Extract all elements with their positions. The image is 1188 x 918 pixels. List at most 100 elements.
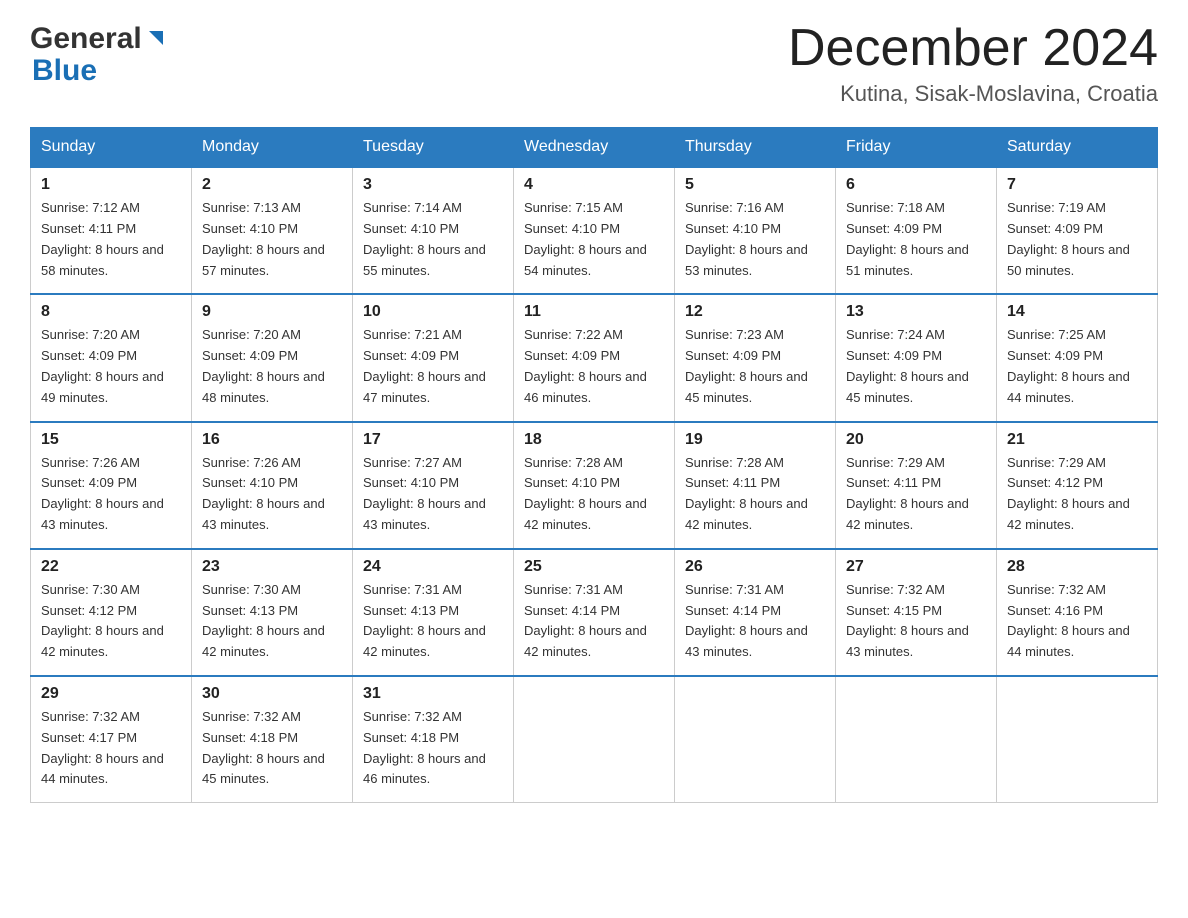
day-info: Sunrise: 7:13 AMSunset: 4:10 PMDaylight:…	[202, 198, 342, 281]
day-cell-8: 8 Sunrise: 7:20 AMSunset: 4:09 PMDaylight…	[31, 294, 192, 421]
day-info: Sunrise: 7:16 AMSunset: 4:10 PMDaylight:…	[685, 198, 825, 281]
week-row-5: 29Sunrise: 7:32 AMSunset: 4:17 PMDayligh…	[31, 676, 1158, 803]
col-header-friday: Friday	[836, 128, 997, 168]
logo-arrow-icon	[145, 20, 167, 54]
day-number: 1	[41, 176, 181, 194]
day-info: Sunrise: 7:32 AMSunset: 4:17 PMDaylight:…	[41, 707, 181, 790]
day-number: 15	[41, 431, 181, 449]
empty-cell	[514, 676, 675, 803]
logo: General Blue	[30, 20, 167, 88]
day-number: 21	[1007, 431, 1147, 449]
day-info: Sunrise: 7:12 AMSunset: 4:11 PMDaylight:…	[41, 198, 181, 281]
day-info: Sunrise: 7:29 AMSunset: 4:11 PMDaylight:…	[846, 453, 986, 536]
day-cell-19: 19Sunrise: 7:28 AMSunset: 4:11 PMDayligh…	[675, 422, 836, 549]
day-info: Sunrise: 7:28 AMSunset: 4:10 PMDaylight:…	[524, 453, 664, 536]
day-info: Sunrise: 7:21 AMSunset: 4:09 PMDaylight:…	[363, 325, 503, 408]
day-cell-28: 28 Sunrise: 7:32 AMSunset: 4:16 PMDayligh…	[997, 549, 1158, 676]
day-cell-10: 10Sunrise: 7:21 AMSunset: 4:09 PMDayligh…	[353, 294, 514, 421]
day-cell-3: 3Sunrise: 7:14 AMSunset: 4:10 PMDaylight…	[353, 167, 514, 294]
page-header: General Blue December 2024 Kutina, Sisak…	[30, 20, 1158, 107]
day-cell-17: 17 Sunrise: 7:27 AMSunset: 4:10 PMDayligh…	[353, 422, 514, 549]
col-header-sunday: Sunday	[31, 128, 192, 168]
day-info: Sunrise: 7:15 AMSunset: 4:10 PMDaylight:…	[524, 198, 664, 281]
day-info: Sunrise: 7:30 AMSunset: 4:12 PMDaylight:…	[41, 580, 181, 663]
day-cell-30: 30 Sunrise: 7:32 AMSunset: 4:18 PMDayligh…	[192, 676, 353, 803]
day-number: 20	[846, 431, 986, 449]
day-info: Sunrise: 7:20 AMSunset: 4:09 PMDaylight:…	[202, 325, 342, 408]
day-cell-15: 15 Sunrise: 7:26 AMSunset: 4:09 PMDayligh…	[31, 422, 192, 549]
day-number: 24	[363, 558, 503, 576]
day-info: Sunrise: 7:32 AMSunset: 4:18 PMDaylight:…	[202, 707, 342, 790]
day-number: 8	[41, 303, 181, 321]
day-number: 25	[524, 558, 664, 576]
day-number: 16	[202, 431, 342, 449]
day-cell-29: 29Sunrise: 7:32 AMSunset: 4:17 PMDayligh…	[31, 676, 192, 803]
day-cell-27: 27Sunrise: 7:32 AMSunset: 4:15 PMDayligh…	[836, 549, 997, 676]
day-info: Sunrise: 7:24 AMSunset: 4:09 PMDaylight:…	[846, 325, 986, 408]
day-info: Sunrise: 7:26 AMSunset: 4:10 PMDaylight:…	[202, 453, 342, 536]
day-info: Sunrise: 7:32 AMSunset: 4:16 PMDaylight:…	[1007, 580, 1147, 663]
month-title: December 2024	[788, 20, 1158, 77]
day-number: 30	[202, 685, 342, 703]
day-cell-21: 21 Sunrise: 7:29 AMSunset: 4:12 PMDayligh…	[997, 422, 1158, 549]
day-cell-4: 4 Sunrise: 7:15 AMSunset: 4:10 PMDaylight…	[514, 167, 675, 294]
day-number: 7	[1007, 176, 1147, 194]
day-number: 18	[524, 431, 664, 449]
day-number: 17	[363, 431, 503, 449]
day-info: Sunrise: 7:26 AMSunset: 4:09 PMDaylight:…	[41, 453, 181, 536]
day-info: Sunrise: 7:29 AMSunset: 4:12 PMDaylight:…	[1007, 453, 1147, 536]
day-number: 13	[846, 303, 986, 321]
week-row-4: 22 Sunrise: 7:30 AMSunset: 4:12 PMDayligh…	[31, 549, 1158, 676]
day-info: Sunrise: 7:27 AMSunset: 4:10 PMDaylight:…	[363, 453, 503, 536]
day-cell-9: 9 Sunrise: 7:20 AMSunset: 4:09 PMDaylight…	[192, 294, 353, 421]
day-number: 2	[202, 176, 342, 194]
day-info: Sunrise: 7:28 AMSunset: 4:11 PMDaylight:…	[685, 453, 825, 536]
day-number: 5	[685, 176, 825, 194]
day-number: 11	[524, 303, 664, 321]
day-cell-24: 24Sunrise: 7:31 AMSunset: 4:13 PMDayligh…	[353, 549, 514, 676]
day-cell-14: 14Sunrise: 7:25 AMSunset: 4:09 PMDayligh…	[997, 294, 1158, 421]
col-header-saturday: Saturday	[997, 128, 1158, 168]
day-info: Sunrise: 7:31 AMSunset: 4:14 PMDaylight:…	[524, 580, 664, 663]
empty-cell	[836, 676, 997, 803]
day-cell-12: 12 Sunrise: 7:23 AMSunset: 4:09 PMDayligh…	[675, 294, 836, 421]
empty-cell	[675, 676, 836, 803]
day-number: 23	[202, 558, 342, 576]
week-row-1: 1 Sunrise: 7:12 AMSunset: 4:11 PMDaylight…	[31, 167, 1158, 294]
day-cell-1: 1 Sunrise: 7:12 AMSunset: 4:11 PMDaylight…	[31, 167, 192, 294]
day-cell-26: 26 Sunrise: 7:31 AMSunset: 4:14 PMDayligh…	[675, 549, 836, 676]
location-subtitle: Kutina, Sisak-Moslavina, Croatia	[788, 81, 1158, 107]
day-cell-23: 23 Sunrise: 7:30 AMSunset: 4:13 PMDayligh…	[192, 549, 353, 676]
day-number: 12	[685, 303, 825, 321]
day-cell-11: 11 Sunrise: 7:22 AMSunset: 4:09 PMDayligh…	[514, 294, 675, 421]
week-row-3: 15 Sunrise: 7:26 AMSunset: 4:09 PMDayligh…	[31, 422, 1158, 549]
calendar-body: 1 Sunrise: 7:12 AMSunset: 4:11 PMDaylight…	[31, 167, 1158, 802]
day-info: Sunrise: 7:18 AMSunset: 4:09 PMDaylight:…	[846, 198, 986, 281]
day-cell-31: 31Sunrise: 7:32 AMSunset: 4:18 PMDayligh…	[353, 676, 514, 803]
title-area: December 2024 Kutina, Sisak-Moslavina, C…	[788, 20, 1158, 107]
day-number: 4	[524, 176, 664, 194]
day-number: 26	[685, 558, 825, 576]
calendar-header-row: SundayMondayTuesdayWednesdayThursdayFrid…	[31, 128, 1158, 168]
day-cell-6: 6Sunrise: 7:18 AMSunset: 4:09 PMDaylight…	[836, 167, 997, 294]
day-number: 28	[1007, 558, 1147, 576]
day-info: Sunrise: 7:20 AMSunset: 4:09 PMDaylight:…	[41, 325, 181, 408]
day-cell-18: 18 Sunrise: 7:28 AMSunset: 4:10 PMDayligh…	[514, 422, 675, 549]
logo-blue-text: Blue	[30, 54, 97, 88]
col-header-monday: Monday	[192, 128, 353, 168]
day-info: Sunrise: 7:30 AMSunset: 4:13 PMDaylight:…	[202, 580, 342, 663]
col-header-thursday: Thursday	[675, 128, 836, 168]
day-cell-25: 25 Sunrise: 7:31 AMSunset: 4:14 PMDayligh…	[514, 549, 675, 676]
day-cell-20: 20 Sunrise: 7:29 AMSunset: 4:11 PMDayligh…	[836, 422, 997, 549]
day-number: 3	[363, 176, 503, 194]
day-info: Sunrise: 7:32 AMSunset: 4:15 PMDaylight:…	[846, 580, 986, 663]
calendar-table: SundayMondayTuesdayWednesdayThursdayFrid…	[30, 127, 1158, 803]
day-cell-2: 2 Sunrise: 7:13 AMSunset: 4:10 PMDaylight…	[192, 167, 353, 294]
day-info: Sunrise: 7:23 AMSunset: 4:09 PMDaylight:…	[685, 325, 825, 408]
day-number: 9	[202, 303, 342, 321]
day-cell-5: 5 Sunrise: 7:16 AMSunset: 4:10 PMDaylight…	[675, 167, 836, 294]
day-info: Sunrise: 7:22 AMSunset: 4:09 PMDaylight:…	[524, 325, 664, 408]
day-number: 22	[41, 558, 181, 576]
day-info: Sunrise: 7:31 AMSunset: 4:14 PMDaylight:…	[685, 580, 825, 663]
day-cell-7: 7Sunrise: 7:19 AMSunset: 4:09 PMDaylight…	[997, 167, 1158, 294]
